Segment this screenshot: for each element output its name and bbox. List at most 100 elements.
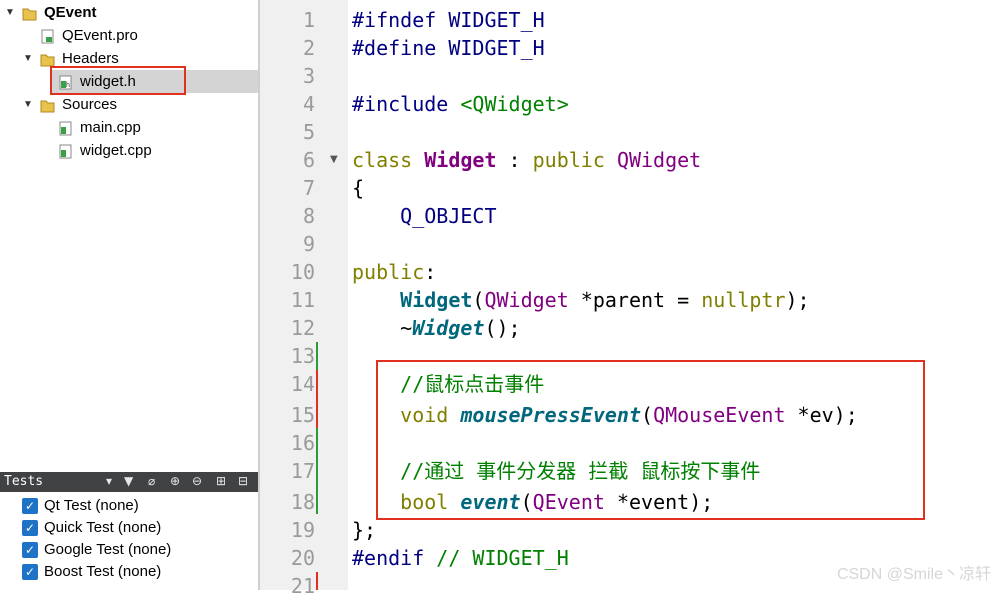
fold-arrow-icon[interactable]: ▼ bbox=[330, 146, 338, 174]
code-token: ( bbox=[472, 288, 485, 312]
line-number: 2 bbox=[302, 36, 315, 60]
project-icon bbox=[22, 5, 37, 21]
watermark: CSDN @Smile丶凉轩 bbox=[836, 566, 991, 583]
code-line-11: Widget(QWidget *parent = nullptr); bbox=[352, 286, 810, 314]
line-number: 4 bbox=[302, 92, 315, 116]
line-number: 19 bbox=[290, 518, 315, 542]
code-line-4: #include <QWidget> bbox=[352, 90, 569, 118]
code-token: class bbox=[352, 148, 413, 172]
filter-icon[interactable]: ▼ bbox=[124, 474, 133, 488]
line-number: 21 bbox=[290, 574, 315, 598]
checkbox-checked-icon[interactable]: ✓ bbox=[22, 564, 38, 580]
code-line-2: #define WIDGET_H bbox=[352, 34, 545, 62]
line-number: 15 bbox=[290, 403, 315, 427]
folder-icon bbox=[40, 51, 55, 67]
code-token: WIDGET_H bbox=[436, 36, 545, 60]
tree-item-pro[interactable]: QEvent.pro bbox=[0, 24, 258, 47]
code-line-10: public: bbox=[352, 258, 436, 286]
code-token: Widget bbox=[400, 288, 473, 312]
code-line-6: class Widget : public QWidget bbox=[352, 146, 701, 174]
tree-item-root[interactable]: ▼ QEvent bbox=[0, 1, 258, 24]
line-number: 10 bbox=[290, 260, 315, 284]
line-number: 8 bbox=[302, 204, 315, 228]
code-token: public bbox=[352, 260, 425, 284]
highlight-box-widget-h bbox=[50, 66, 186, 95]
code-line-20: #endif // WIDGET_H bbox=[352, 544, 569, 572]
cpp-file-icon bbox=[58, 120, 73, 136]
tree-item-main-cpp[interactable]: main.cpp bbox=[0, 116, 258, 139]
test-item-label: Qt Test (none) bbox=[44, 497, 139, 514]
code-line-12: ~Widget(); bbox=[352, 314, 521, 342]
split-icon[interactable]: ⊞ bbox=[216, 474, 226, 488]
tree-main-cpp-label: main.cpp bbox=[80, 119, 141, 136]
code-token: QWidget bbox=[484, 288, 569, 312]
line-number: 9 bbox=[302, 232, 315, 256]
tree-sources-label: Sources bbox=[62, 96, 118, 113]
code-token: Widget bbox=[412, 316, 485, 340]
folder-icon bbox=[40, 97, 55, 113]
tree-item-widget-cpp[interactable]: widget.cpp bbox=[0, 139, 258, 162]
code-line-8: Q_OBJECT bbox=[352, 202, 497, 230]
line-number: 6 bbox=[302, 148, 315, 172]
line-number: 20 bbox=[290, 546, 315, 570]
code-token: public bbox=[532, 148, 605, 172]
line-number: 17 bbox=[290, 459, 315, 483]
code-token: Q_OBJECT bbox=[400, 204, 497, 228]
line-number: 7 bbox=[302, 176, 315, 200]
link-icon[interactable]: ⌀ bbox=[148, 474, 155, 488]
tree-root-label: QEvent bbox=[44, 4, 97, 21]
line-number: 13 bbox=[290, 344, 315, 368]
pro-file-icon bbox=[40, 28, 55, 44]
change-marker-modified bbox=[316, 370, 318, 428]
code-line-19: }; bbox=[352, 518, 377, 542]
test-item-label: Boost Test (none) bbox=[44, 563, 162, 580]
line-number: 5 bbox=[302, 120, 315, 144]
change-marker-modified bbox=[316, 572, 318, 590]
line-number: 18 bbox=[290, 490, 315, 514]
test-item-label: Quick Test (none) bbox=[44, 519, 162, 536]
code-token: QWidget bbox=[616, 148, 702, 172]
code-token: ~ bbox=[400, 316, 413, 340]
line-number: 14 bbox=[290, 372, 315, 396]
dropdown-arrow-icon[interactable]: ▾ bbox=[106, 474, 112, 488]
line-number: 3 bbox=[302, 64, 315, 88]
code-line-7: { bbox=[352, 176, 365, 200]
code-token: ); bbox=[785, 288, 810, 312]
tests-list: ✓ Qt Test (none) ✓ Quick Test (none) ✓ G… bbox=[0, 492, 258, 590]
chevron-down-icon[interactable]: ▼ bbox=[22, 93, 34, 116]
highlight-box-event-functions bbox=[376, 360, 925, 520]
tree-item-sources[interactable]: ▼ Sources bbox=[0, 93, 258, 116]
line-number: 12 bbox=[290, 316, 315, 340]
tests-title: Tests bbox=[4, 474, 44, 489]
close-panel-icon[interactable]: ⊟ bbox=[238, 474, 248, 488]
line-number: 11 bbox=[290, 288, 315, 312]
test-item-label: Google Test (none) bbox=[44, 541, 172, 558]
code-token: // WIDGET_H bbox=[424, 546, 569, 570]
tree-pro-label: QEvent.pro bbox=[62, 27, 138, 44]
change-marker-added bbox=[316, 428, 318, 514]
code-token: #include bbox=[352, 92, 449, 116]
code-line-1: #ifndef WIDGET_H bbox=[352, 6, 545, 34]
code-token: Widget bbox=[424, 148, 497, 172]
code-token: : bbox=[496, 148, 533, 172]
checkbox-checked-icon[interactable]: ✓ bbox=[22, 520, 38, 536]
project-tree: ▼ QEvent QEvent.pro ▼ Headers h widget.h… bbox=[0, 0, 258, 468]
code-token: #ifndef bbox=[352, 8, 437, 32]
code-token: nullptr bbox=[701, 288, 786, 312]
line-number: 1 bbox=[302, 8, 315, 32]
code-token: #endif bbox=[352, 546, 425, 570]
expand-icon[interactable]: ⊕ bbox=[170, 474, 180, 488]
chevron-down-icon[interactable]: ▼ bbox=[4, 1, 16, 24]
checkbox-checked-icon[interactable]: ✓ bbox=[22, 498, 38, 514]
code-editor[interactable]: 1 2 3 4 5 6 7 8 9 10 11 12 13 14 15 16 1… bbox=[260, 0, 999, 598]
chevron-down-icon[interactable]: ▼ bbox=[22, 47, 34, 70]
code-token: WIDGET_H bbox=[436, 8, 545, 32]
code-token: *parent = bbox=[568, 288, 702, 312]
code-token: <QWidget> bbox=[448, 92, 569, 116]
collapse-icon[interactable]: ⊖ bbox=[192, 474, 202, 488]
line-number: 16 bbox=[290, 431, 315, 455]
code-token: : bbox=[424, 260, 437, 284]
cpp-file-icon bbox=[58, 143, 73, 159]
code-token: (); bbox=[484, 316, 521, 340]
checkbox-checked-icon[interactable]: ✓ bbox=[22, 542, 38, 558]
